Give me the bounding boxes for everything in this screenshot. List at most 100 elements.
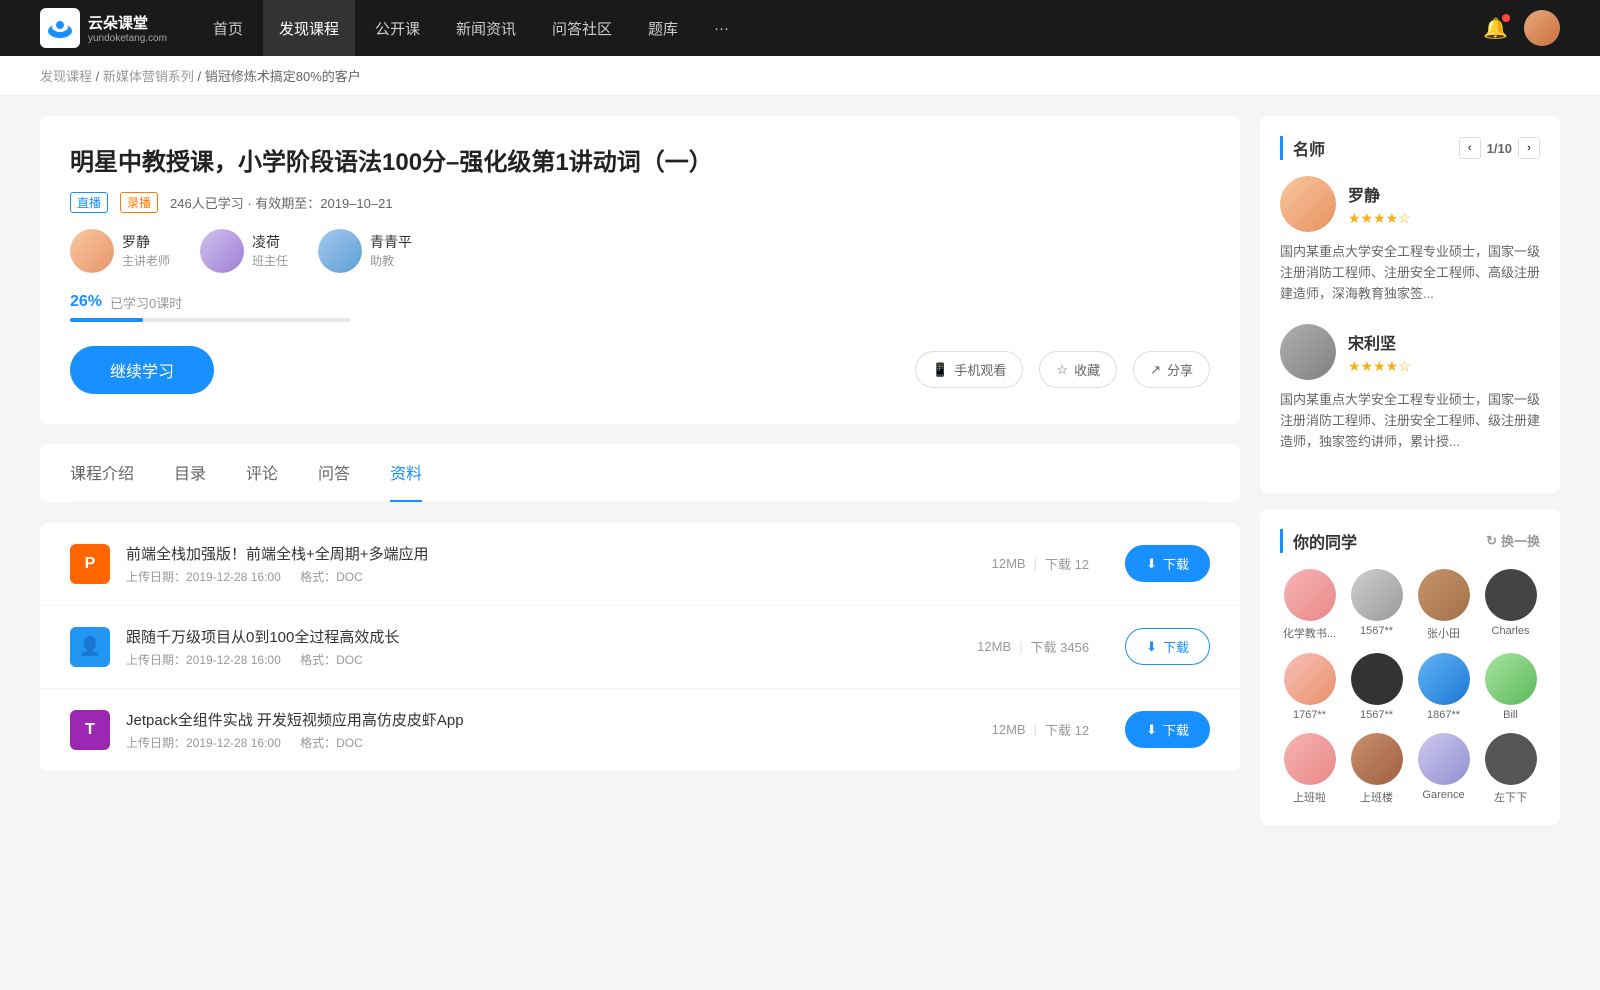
breadcrumb-series[interactable]: 新媒体营销系列 bbox=[103, 69, 194, 84]
navbar: 云朵课堂 yundoketang.com 首页 发现课程 公开课 新闻资讯 问答… bbox=[0, 0, 1600, 56]
classmate-name-0: 化学教书... bbox=[1283, 625, 1336, 641]
classmate-1[interactable]: 1567** bbox=[1347, 569, 1406, 641]
course-actions: 继续学习 📱 手机观看 ☆ 收藏 ↗ 分享 bbox=[70, 346, 1210, 394]
classmate-name-9: 上班楼 bbox=[1360, 789, 1393, 805]
nav-discover[interactable]: 发现课程 bbox=[263, 0, 355, 56]
resource-list: P 前端全栈加强版！前端全栈+全周期+多端应用 上传日期：2019-12-28 … bbox=[40, 523, 1240, 771]
classmate-3[interactable]: Charles bbox=[1481, 569, 1540, 641]
classmate-name-5: 1567** bbox=[1360, 709, 1393, 721]
logo-name: 云朵课堂 bbox=[88, 12, 167, 33]
classmates-grid: 化学教书... 1567** 张小田 bbox=[1280, 569, 1540, 805]
classmate-avatar-8 bbox=[1284, 733, 1336, 785]
inst-info-3: 青青平 助教 bbox=[370, 232, 412, 269]
classmate-9[interactable]: 上班楼 bbox=[1347, 733, 1406, 805]
classmate-name-2: 张小田 bbox=[1427, 625, 1460, 641]
page-indicator: 1/10 bbox=[1487, 141, 1512, 156]
nav-public[interactable]: 公开课 bbox=[359, 0, 436, 56]
resource-item-2: 👤 跟随千万级项目从0到100全过程高效成长 上传日期：2019-12-28 1… bbox=[40, 606, 1240, 689]
teacher-name-1: 罗静 bbox=[1348, 182, 1411, 206]
classmate-2[interactable]: 张小田 bbox=[1414, 569, 1473, 641]
favorite-button[interactable]: ☆ 收藏 bbox=[1039, 351, 1117, 388]
breadcrumb-discover[interactable]: 发现课程 bbox=[40, 69, 92, 84]
nav-more[interactable]: ··· bbox=[698, 0, 745, 56]
teacher-stars-1: ★★★★☆ bbox=[1348, 210, 1411, 227]
nav-qa[interactable]: 问答社区 bbox=[536, 0, 628, 56]
progress-pct: 26% bbox=[70, 293, 102, 311]
course-meta-text: 246人已学习 · 有效期至：2019–10–21 bbox=[170, 193, 393, 212]
nav-items: 首页 发现课程 公开课 新闻资讯 问答社区 题库 ··· bbox=[197, 0, 1483, 56]
inst-role-1: 主讲老师 bbox=[122, 252, 170, 269]
breadcrumb-current: 销冠修炼术搞定80%的客户 bbox=[205, 69, 361, 84]
teacher-name-area-2: 宋利坚 ★★★★☆ bbox=[1348, 330, 1411, 375]
breadcrumb: 发现课程 / 新媒体营销系列 / 销冠修炼术搞定80%的客户 bbox=[0, 56, 1600, 96]
classmate-5[interactable]: 1567** bbox=[1347, 653, 1406, 721]
classmate-name-6: 1867** bbox=[1427, 709, 1460, 721]
mobile-view-button[interactable]: 📱 手机观看 bbox=[915, 351, 1023, 388]
res-icon-3: T bbox=[70, 710, 110, 750]
nav-home[interactable]: 首页 bbox=[197, 0, 259, 56]
res-info-3: Jetpack全组件实战 开发短视频应用高仿皮皮虾App 上传日期：2019-1… bbox=[126, 709, 976, 751]
teachers-card: 名师 ‹ 1/10 › 罗静 ★★★★☆ bbox=[1260, 116, 1560, 493]
refresh-icon: ↻ bbox=[1486, 533, 1497, 549]
teacher-stars-2: ★★★★☆ bbox=[1348, 358, 1411, 375]
main-layout: 明星中教授课，小学阶段语法100分–强化级第1讲动词（一） 直播 录播 246人… bbox=[0, 96, 1600, 861]
res-icon-1: P bbox=[70, 544, 110, 584]
share-icon: ↗ bbox=[1150, 362, 1161, 378]
nav-quiz[interactable]: 题库 bbox=[632, 0, 694, 56]
teacher-item-1: 罗静 ★★★★☆ 国内某重点大学安全工程专业硕士，国家一级注册消防工程师、注册安… bbox=[1280, 176, 1540, 304]
instructor-2: 凌荷 班主任 bbox=[200, 229, 288, 273]
continue-button[interactable]: 继续学习 bbox=[70, 346, 214, 394]
instructor-3: 青青平 助教 bbox=[318, 229, 412, 273]
refresh-classmates-btn[interactable]: ↻ 换一换 bbox=[1486, 531, 1540, 550]
share-button[interactable]: ↗ 分享 bbox=[1133, 351, 1210, 388]
res-meta-3: 上传日期：2019-12-28 16:00 格式：DOC bbox=[126, 734, 976, 751]
progress-bar-bg bbox=[70, 318, 350, 322]
classmate-4[interactable]: 1767** bbox=[1280, 653, 1339, 721]
res-meta-2: 上传日期：2019-12-28 16:00 格式：DOC bbox=[126, 651, 961, 668]
classmate-avatar-2 bbox=[1418, 569, 1470, 621]
res-name-1: 前端全栈加强版！前端全栈+全周期+多端应用 bbox=[126, 543, 976, 564]
res-name-3: Jetpack全组件实战 开发短视频应用高仿皮皮虾App bbox=[126, 709, 976, 730]
inst-name-3: 青青平 bbox=[370, 232, 412, 252]
classmate-avatar-7 bbox=[1485, 653, 1537, 705]
nav-news[interactable]: 新闻资讯 bbox=[440, 0, 532, 56]
download-icon-3: ⬇ bbox=[1146, 722, 1157, 738]
content-area: 明星中教授课，小学阶段语法100分–强化级第1讲动词（一） 直播 录播 246人… bbox=[40, 116, 1240, 841]
download-btn-1[interactable]: ⬇ 下载 bbox=[1125, 545, 1210, 582]
teacher-name-2: 宋利坚 bbox=[1348, 330, 1411, 354]
notification-dot bbox=[1502, 14, 1510, 22]
res-info-2: 跟随千万级项目从0到100全过程高效成长 上传日期：2019-12-28 16:… bbox=[126, 626, 961, 668]
star-icon: ☆ bbox=[1056, 362, 1068, 378]
prev-page-btn[interactable]: ‹ bbox=[1459, 137, 1481, 159]
classmate-10[interactable]: Garence bbox=[1414, 733, 1473, 805]
inst-avatar-1 bbox=[70, 229, 114, 273]
res-name-2: 跟随千万级项目从0到100全过程高效成长 bbox=[126, 626, 961, 647]
classmate-11[interactable]: 左下下 bbox=[1481, 733, 1540, 805]
download-btn-3[interactable]: ⬇ 下载 bbox=[1125, 711, 1210, 748]
notification-bell[interactable]: 🔔 bbox=[1483, 16, 1508, 41]
tab-intro[interactable]: 课程介绍 bbox=[70, 444, 134, 502]
tab-catalog[interactable]: 目录 bbox=[174, 444, 206, 502]
classmate-avatar-6 bbox=[1418, 653, 1470, 705]
course-meta: 直播 录播 246人已学习 · 有效期至：2019–10–21 bbox=[70, 192, 1210, 213]
next-page-btn[interactable]: › bbox=[1518, 137, 1540, 159]
user-avatar-nav[interactable] bbox=[1524, 10, 1560, 46]
teacher-pagination: ‹ 1/10 › bbox=[1459, 137, 1540, 159]
classmates-section-title: 你的同学 ↻ 换一换 bbox=[1280, 529, 1540, 553]
classmate-avatar-10 bbox=[1418, 733, 1470, 785]
res-info-1: 前端全栈加强版！前端全栈+全周期+多端应用 上传日期：2019-12-28 16… bbox=[126, 543, 976, 585]
teacher-header-2: 宋利坚 ★★★★☆ bbox=[1280, 324, 1540, 380]
tab-materials[interactable]: 资料 bbox=[390, 444, 422, 502]
download-btn-2[interactable]: ⬇ 下载 bbox=[1125, 628, 1210, 665]
nav-right: 🔔 bbox=[1483, 10, 1560, 46]
mobile-icon: 📱 bbox=[932, 362, 948, 378]
logo[interactable]: 云朵课堂 yundoketang.com bbox=[40, 8, 167, 48]
classmate-name-11: 左下下 bbox=[1494, 789, 1527, 805]
classmate-0[interactable]: 化学教书... bbox=[1280, 569, 1339, 641]
tab-reviews[interactable]: 评论 bbox=[246, 444, 278, 502]
tab-qa[interactable]: 问答 bbox=[318, 444, 350, 502]
classmate-7[interactable]: Bill bbox=[1481, 653, 1540, 721]
classmate-6[interactable]: 1867** bbox=[1414, 653, 1473, 721]
inst-role-2: 班主任 bbox=[252, 252, 288, 269]
classmate-8[interactable]: 上班啦 bbox=[1280, 733, 1339, 805]
